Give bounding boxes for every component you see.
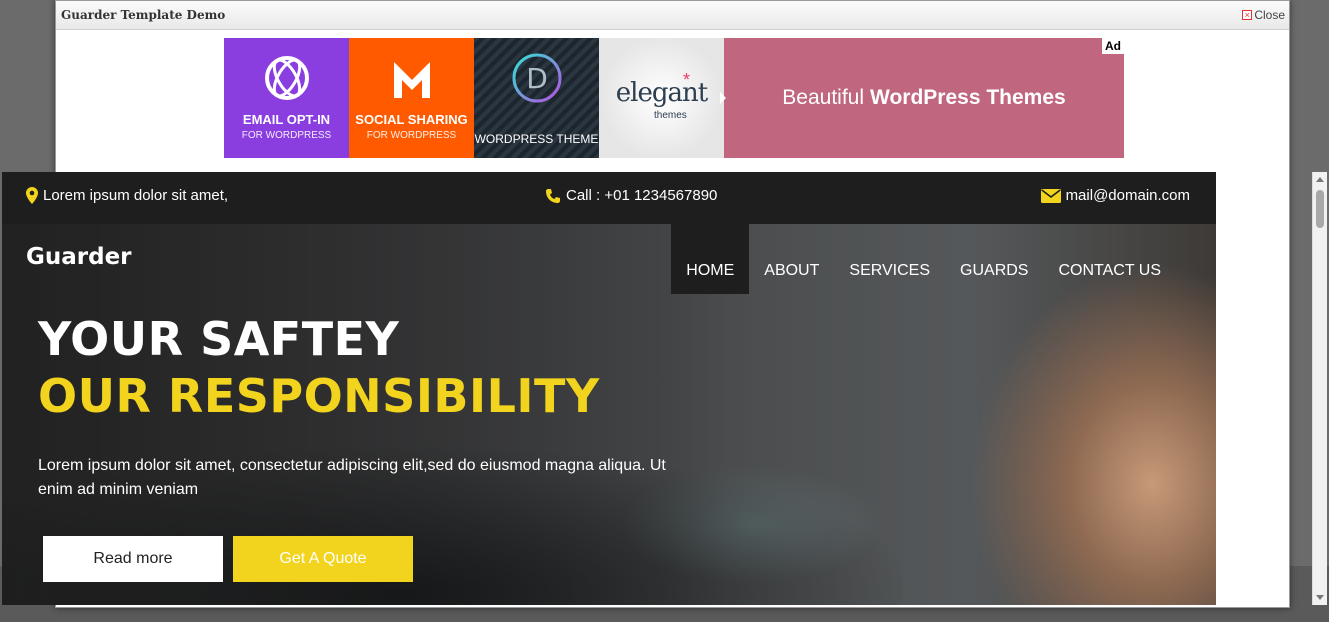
divi-logo-icon: D: [512, 53, 562, 103]
hero-description: Lorem ipsum dolor sit amet, consectetur …: [38, 457, 666, 498]
svg-text:D: D: [526, 62, 548, 95]
site-brand[interactable]: Guarder: [26, 244, 132, 270]
scroll-down-icon[interactable]: [1316, 595, 1324, 600]
ad-tile-subtitle: FOR WORDPRESS: [241, 130, 332, 141]
close-icon[interactable]: ×: [1242, 10, 1253, 20]
main-nav: HOME ABOUT SERVICES GUARDS CONTACT US: [671, 224, 1176, 294]
ad-tile-title: SOCIAL SHARING: [355, 112, 468, 127]
close-button[interactable]: × Close: [1242, 8, 1285, 22]
nav-item-home[interactable]: HOME: [671, 224, 750, 294]
scroll-up-icon[interactable]: [1316, 177, 1324, 182]
close-label[interactable]: Close: [1254, 8, 1285, 22]
hero-headline: YOUR SAFTEY: [38, 312, 400, 366]
ad-label[interactable]: Ad: [1102, 38, 1124, 54]
nav-item-services[interactable]: SERVICES: [834, 224, 945, 294]
ad-tile-subtitle: FOR WORDPRESS: [366, 130, 457, 141]
nav-item-contact[interactable]: CONTACT US: [1043, 224, 1176, 294]
modal-titlebar: Guarder Template Demo × Close: [56, 1, 1289, 30]
ad-tile-email-optin[interactable]: EMAIL OPT-IN FOR WORDPRESS: [224, 38, 349, 158]
modal-title: Guarder Template Demo: [61, 8, 226, 22]
ad-tile-elegant-themes[interactable]: * elegant themes: [599, 38, 724, 158]
ad-tile-wordpress-themes[interactable]: Beautiful WordPress Themes Ad: [720, 38, 1124, 158]
ad-pink-bold: WordPress Themes: [870, 86, 1066, 109]
ad-banner[interactable]: EMAIL OPT-IN FOR WORDPRESS SOCIAL SHARIN…: [224, 38, 1124, 158]
site-scrollbar[interactable]: [1312, 172, 1327, 605]
topbar-call: Call : +01 1234567890: [545, 187, 717, 204]
nav-item-about[interactable]: ABOUT: [749, 224, 834, 294]
ad-tile-title: EMAIL OPT-IN: [242, 112, 331, 127]
ad-tile-divi-theme[interactable]: D WORDPRESS THEME: [474, 38, 599, 158]
topbar-address-text: Lorem ipsum dolor sit amet,: [43, 187, 229, 204]
ad-area: EMAIL OPT-IN FOR WORDPRESS SOCIAL SHARIN…: [58, 30, 1287, 173]
ad-tile-social-sharing[interactable]: SOCIAL SHARING FOR WORDPRESS: [349, 38, 474, 158]
scroll-thumb[interactable]: [1316, 190, 1324, 228]
topbar-email-text[interactable]: mail@domain.com: [1066, 187, 1190, 204]
topbar-email[interactable]: mail@domain.com: [1040, 187, 1190, 204]
monarch-logo-icon: [394, 62, 430, 98]
nav-item-guards[interactable]: GUARDS: [945, 224, 1043, 294]
envelope-icon: [1040, 188, 1061, 203]
phone-icon: [546, 188, 560, 203]
bloom-logo-icon: [265, 56, 309, 100]
elegant-logo-word: elegant: [615, 78, 708, 108]
site-topbar: Lorem ipsum dolor sit amet, Call : +01 1…: [2, 172, 1216, 224]
site-preview: Lorem ipsum dolor sit amet, Call : +01 1…: [2, 172, 1216, 605]
get-quote-button[interactable]: Get A Quote: [233, 536, 413, 582]
read-more-button[interactable]: Read more: [43, 536, 223, 582]
ad-tile-title: WORDPRESS THEME: [474, 132, 599, 146]
map-marker-icon: [26, 187, 38, 204]
hero-subheadline: OUR RESPONSIBILITY: [38, 369, 600, 423]
topbar-call-text: Call : +01 1234567890: [566, 187, 718, 204]
ad-pink-prefix: Beautiful: [782, 86, 865, 109]
arrow-right-icon: [720, 92, 726, 104]
hero-section: Guarder HOME ABOUT SERVICES GUARDS CONTA…: [2, 224, 1216, 605]
topbar-address: Lorem ipsum dolor sit amet,: [26, 187, 228, 204]
elegant-logo-sub: themes: [654, 110, 687, 121]
